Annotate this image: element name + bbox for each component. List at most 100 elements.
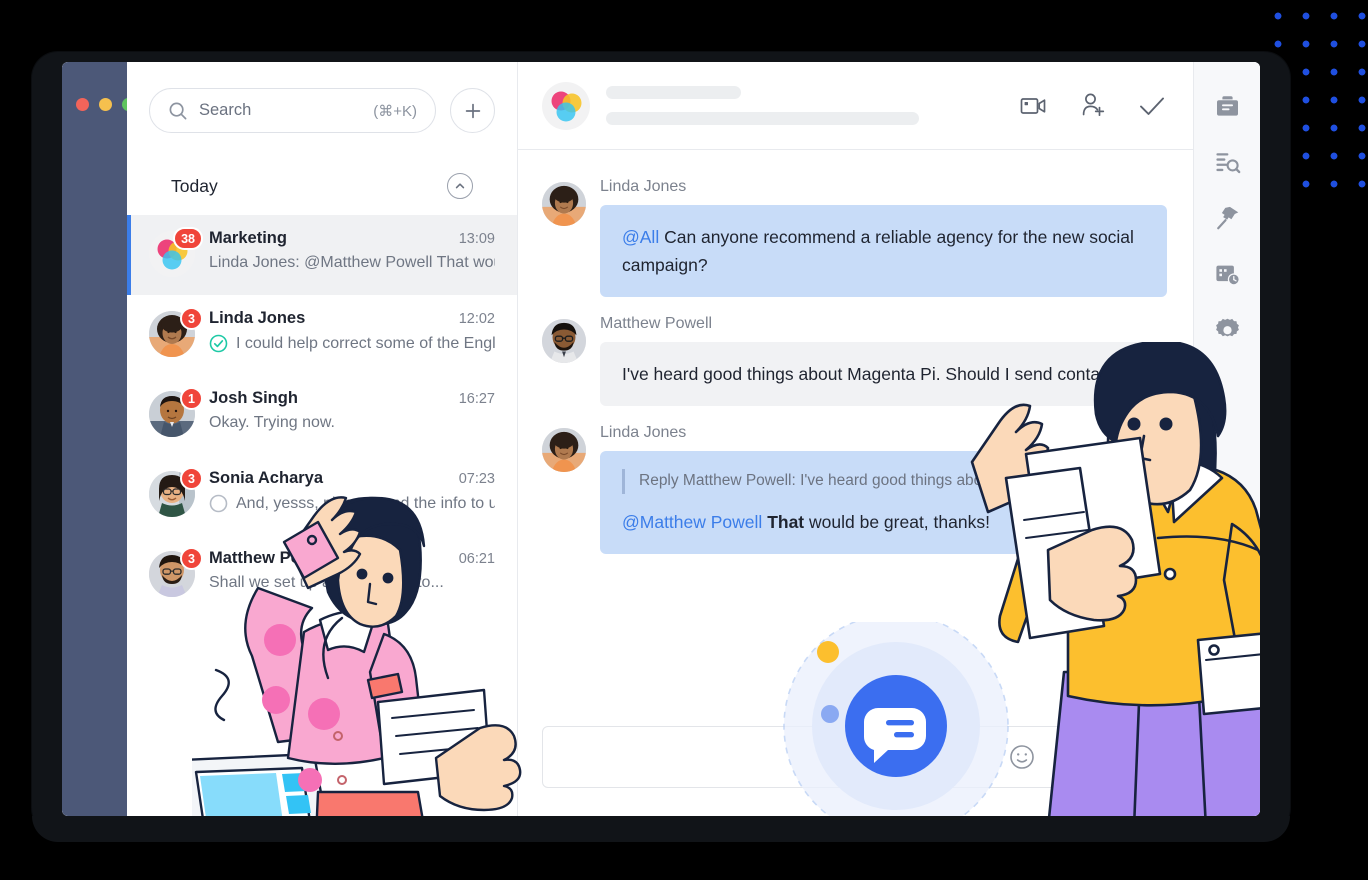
unread-badge: 3 xyxy=(180,307,203,330)
attach-plus-icon[interactable] xyxy=(1116,743,1144,771)
unread-badge: 3 xyxy=(180,467,203,490)
chat-item-preview-row: Linda Jones: @Matthew Powell That would.… xyxy=(209,254,495,272)
chat-item-body: Linda Jones 12:02 I could help correct s… xyxy=(209,309,495,353)
chat-list-item-marketing[interactable]: 38 Marketing 13:09 Linda Jones: @Matthew… xyxy=(127,215,517,295)
message-bubble[interactable]: @All Can anyone recommend a reliable age… xyxy=(600,205,1167,297)
search-list-icon[interactable] xyxy=(1213,148,1241,176)
header-title-skeleton xyxy=(606,86,1003,125)
chat-item-preview-row: And, yesss, please send the info to us xyxy=(209,494,495,513)
chat-item-name: Linda Jones xyxy=(209,309,306,327)
chat-item-preview: And, yesss, please send the info to us xyxy=(236,494,495,512)
chat-item-preview: Linda Jones: @Matthew Powell That would.… xyxy=(209,254,495,271)
message-body: Linda Jones @All Can anyone recommend a … xyxy=(600,178,1167,297)
chat-application: Search (⌘+K) Today 38 Marketing 13:09 Li… xyxy=(62,62,1260,816)
avatar: 3 xyxy=(149,307,203,357)
message-input[interactable] xyxy=(542,726,1167,788)
message-bubble[interactable]: Reply Matthew Powell: I've heard good th… xyxy=(600,451,1167,554)
collapse-section-button[interactable] xyxy=(447,173,473,199)
message-sent-icon xyxy=(209,494,228,513)
quoted-message[interactable]: Reply Matthew Powell: I've heard good th… xyxy=(622,469,1145,494)
video-call-icon[interactable] xyxy=(1019,93,1049,119)
marketing-group-logo xyxy=(542,81,590,130)
search-shortcut: (⌘+K) xyxy=(373,102,417,120)
chat-list-item-josh-singh[interactable]: 1 Josh Singh 16:27 Okay. Trying now. xyxy=(127,375,517,455)
chat-item-time: 12:02 xyxy=(458,311,495,327)
message-author: Linda Jones xyxy=(600,424,687,441)
linda-jones-avatar xyxy=(542,428,586,472)
title-placeholder-bar xyxy=(606,86,741,99)
conversation-panel: Linda Jones @All Can anyone recommend a … xyxy=(518,62,1193,816)
search-placeholder: Search xyxy=(199,101,252,119)
message-author: Matthew Powell xyxy=(600,315,713,332)
scissors-icon[interactable] xyxy=(1062,743,1090,771)
message-text: Can anyone recommend a reliable agency f… xyxy=(622,227,1134,275)
chat-item-name: Matthew Powell xyxy=(209,549,332,567)
conversation-header xyxy=(518,62,1193,150)
avatar: 38 xyxy=(149,227,203,277)
chat-item-time: 06:21 xyxy=(458,551,495,567)
message-list: Linda Jones @All Can anyone recommend a … xyxy=(518,150,1193,726)
check-icon[interactable] xyxy=(1137,93,1167,119)
message-bubble[interactable]: I've heard good things about Magenta Pi.… xyxy=(600,342,1167,406)
chat-item-body: Marketing 13:09 Linda Jones: @Matthew Po… xyxy=(209,229,495,272)
chat-item-preview: Okay. Trying now. xyxy=(209,414,335,431)
device-screen: Search (⌘+K) Today 38 Marketing 13:09 Li… xyxy=(62,62,1260,816)
utility-rail xyxy=(1193,62,1260,816)
new-chat-button[interactable] xyxy=(450,88,495,133)
chat-item-preview: Shall we set up a call for you to... xyxy=(209,574,444,591)
message-body: Matthew Powell I've heard good things ab… xyxy=(600,315,1167,406)
message-text: would be great, thanks! xyxy=(804,511,990,532)
files-icon[interactable] xyxy=(1213,92,1241,120)
search-input[interactable]: Search (⌘+K) xyxy=(149,88,436,133)
message-item: Linda Jones @All Can anyone recommend a … xyxy=(542,178,1167,297)
linda-jones-avatar xyxy=(542,182,586,226)
unread-badge: 3 xyxy=(180,547,203,570)
chat-item-body: Sonia Acharya 07:23 And, yesss, please s… xyxy=(209,469,495,513)
message-author: Linda Jones xyxy=(600,178,687,195)
chat-item-time: 16:27 xyxy=(458,391,495,407)
search-row: Search (⌘+K) xyxy=(149,88,495,133)
chat-item-preview: I could help correct some of the English xyxy=(236,334,495,352)
emoji-icon[interactable] xyxy=(1008,743,1036,771)
section-header-today: Today xyxy=(149,157,495,215)
message-text-row: @Matthew Powell That would be great, tha… xyxy=(622,508,1145,536)
search-icon xyxy=(168,101,188,121)
mention-all[interactable]: @All xyxy=(622,227,659,247)
composer-area xyxy=(518,726,1193,816)
chat-item-time: 07:23 xyxy=(458,471,495,487)
message-read-icon xyxy=(209,334,228,353)
chat-item-preview-row: Shall we set up a call for you to... xyxy=(209,574,495,592)
unread-badge: 38 xyxy=(173,227,203,250)
plus-icon xyxy=(463,101,483,121)
device-stand xyxy=(32,816,1290,842)
chat-item-preview-row: Okay. Trying now. xyxy=(209,414,495,432)
chat-item-preview-row: I could help correct some of the English xyxy=(209,334,495,353)
chat-list-item-linda-jones[interactable]: 3 Linda Jones 12:02 I could help correct… xyxy=(127,295,517,375)
chat-item-body: Josh Singh 16:27 Okay. Trying now. xyxy=(209,389,495,432)
minimize-button[interactable] xyxy=(99,98,112,111)
section-label: Today xyxy=(171,175,218,196)
chat-item-name: Josh Singh xyxy=(209,389,298,407)
add-member-icon[interactable] xyxy=(1079,92,1107,119)
header-actions xyxy=(1019,92,1167,119)
chat-list-panel: Search (⌘+K) Today 38 Marketing 13:09 Li… xyxy=(127,62,518,816)
message-body: Linda Jones Reply Matthew Powell: I've h… xyxy=(600,424,1167,554)
mention-matthew-powell[interactable]: @Matthew Powell xyxy=(622,512,762,532)
gear-icon[interactable] xyxy=(1213,316,1241,344)
message-text-bold: That xyxy=(762,511,805,532)
chat-list-header: Search (⌘+K) Today xyxy=(127,62,517,215)
pin-icon[interactable] xyxy=(1213,204,1241,232)
chevron-up-icon xyxy=(453,179,467,193)
subtitle-placeholder-bar xyxy=(606,112,919,125)
message-text: I've heard good things about Magenta Pi.… xyxy=(622,364,1124,384)
chat-item-time: 13:09 xyxy=(458,231,495,247)
chat-list-item-sonia-acharya[interactable]: 3 Sonia Acharya 07:23 And, yesss, please… xyxy=(127,455,517,535)
screenshot-stage: Search (⌘+K) Today 38 Marketing 13:09 Li… xyxy=(0,0,1368,880)
unread-badge: 1 xyxy=(180,387,203,410)
avatar: 1 xyxy=(149,387,203,437)
calendar-clock-icon[interactable] xyxy=(1213,260,1241,288)
chat-list-item-matthew-powell[interactable]: 3 Matthew Powell 06:21 Shall we set up a… xyxy=(127,535,517,615)
window-rail xyxy=(62,62,135,816)
close-button[interactable] xyxy=(76,98,89,111)
message-item: Matthew Powell I've heard good things ab… xyxy=(542,315,1167,406)
